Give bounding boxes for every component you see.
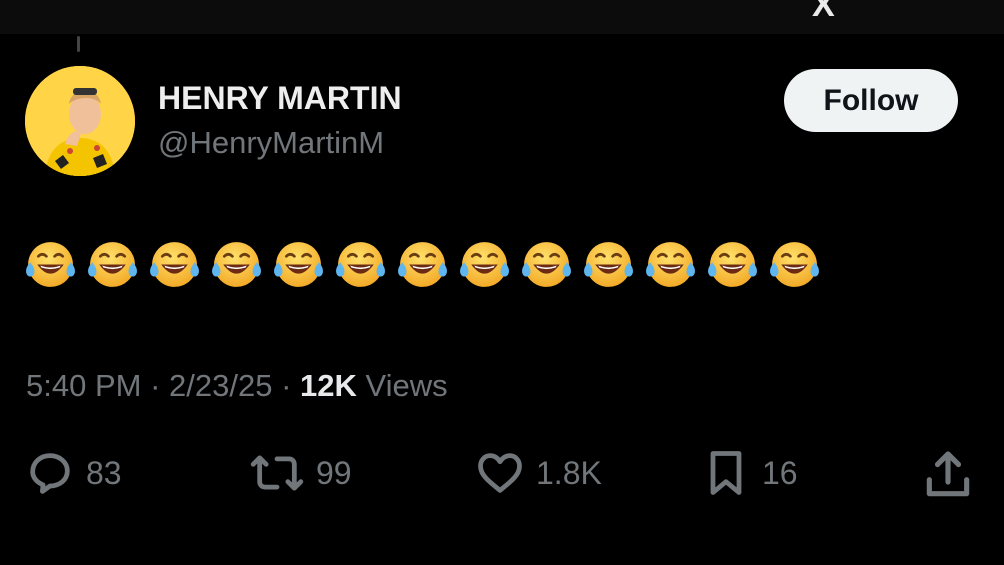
avatar-illustration — [25, 66, 135, 176]
tears-of-joy-emoji — [88, 242, 137, 287]
tweet-date[interactable]: 2/23/25 — [169, 368, 272, 403]
views-count: 12K — [300, 368, 357, 403]
heart-icon — [478, 453, 522, 493]
share-button[interactable] — [920, 447, 976, 503]
reply-button[interactable]: 83 — [24, 447, 122, 499]
tweet-text — [24, 238, 821, 291]
top-bar: X — [0, 0, 1004, 34]
follow-button[interactable]: Follow — [784, 69, 958, 132]
tears-of-joy-emoji — [708, 242, 757, 287]
tears-of-joy-emoji — [770, 242, 819, 287]
share-icon — [926, 451, 970, 497]
repost-icon — [250, 455, 304, 491]
tweet-time[interactable]: 5:40 PM — [26, 368, 141, 403]
tears-of-joy-emoji — [584, 242, 633, 287]
x-logo-icon: X — [812, 0, 835, 24]
tears-of-joy-emoji — [212, 242, 261, 287]
meta-separator: · — [272, 368, 301, 403]
tears-of-joy-emoji — [150, 242, 199, 287]
reply-icon — [30, 453, 70, 494]
tears-of-joy-emoji — [460, 242, 509, 287]
repost-button[interactable]: 99 — [248, 447, 352, 499]
tweet-meta: 5:40 PM · 2/23/25 · 12K Views — [26, 368, 448, 404]
tears-of-joy-emoji — [398, 242, 447, 287]
author-display-name[interactable]: HENRY MARTIN — [158, 80, 402, 117]
meta-separator: · — [141, 368, 170, 403]
tears-of-joy-emoji — [336, 242, 385, 287]
author-handle[interactable]: @HenryMartinM — [158, 125, 384, 161]
tears-of-joy-emoji — [646, 242, 695, 287]
like-button[interactable]: 1.8K — [474, 447, 602, 499]
bookmark-count: 16 — [762, 454, 798, 491]
bookmark-button[interactable]: 16 — [700, 447, 798, 499]
like-count: 1.8K — [536, 454, 602, 491]
tears-of-joy-emoji — [274, 242, 323, 287]
avatar[interactable] — [25, 66, 135, 176]
repost-count: 99 — [316, 454, 352, 491]
tears-of-joy-emoji — [522, 242, 571, 287]
bookmark-icon — [710, 451, 742, 495]
views-label: Views — [356, 368, 448, 403]
thread-connector-line — [77, 36, 80, 52]
tears-of-joy-emoji — [26, 242, 75, 287]
reply-count: 83 — [86, 454, 122, 491]
